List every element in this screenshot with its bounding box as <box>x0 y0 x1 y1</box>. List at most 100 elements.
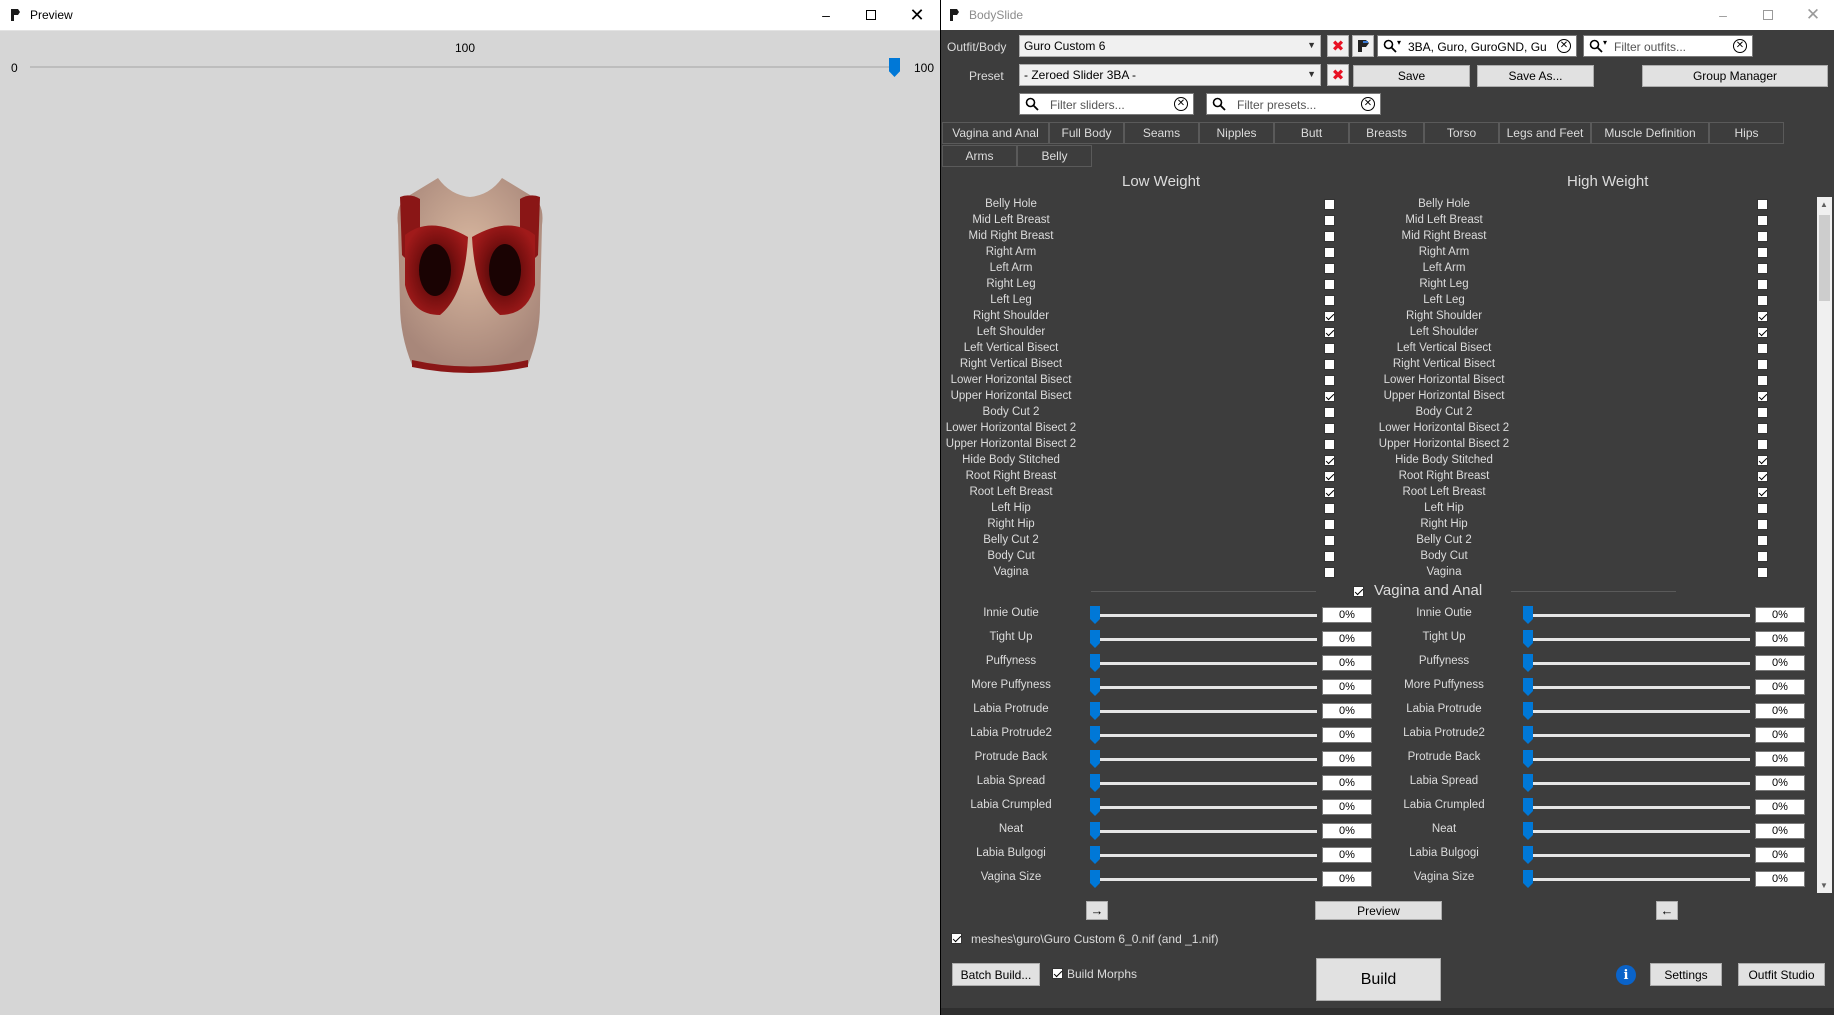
zap-checkbox-low-lower-horizontal-bisect[interactable] <box>1324 375 1335 386</box>
zap-checkbox-low-left-arm[interactable] <box>1324 263 1335 274</box>
outfit-filter-input[interactable]: ▾ Filter outfits... ✕ <box>1583 35 1753 57</box>
slider-track-low-labia-protrude2[interactable] <box>1093 734 1317 737</box>
slider-thumb-high-labia-protrude[interactable] <box>1523 702 1533 720</box>
slider-value-low-more-puffyness[interactable]: 0% <box>1322 679 1372 695</box>
close-button[interactable]: ✕ <box>894 0 940 30</box>
tab-arms[interactable]: Arms <box>942 145 1017 167</box>
tab-nipples[interactable]: Nipples <box>1199 122 1274 144</box>
slider-thumb-high-more-puffyness[interactable] <box>1523 678 1533 696</box>
zap-checkbox-low-right-vertical-bisect[interactable] <box>1324 359 1335 370</box>
zap-checkbox-high-vagina[interactable] <box>1757 567 1768 578</box>
slider-thumb-low-vagina-size[interactable] <box>1090 870 1100 888</box>
slider-track-high-puffyness[interactable] <box>1526 662 1750 665</box>
zap-checkbox-low-lower-horizontal-bisect-2[interactable] <box>1324 423 1335 434</box>
slider-track-low-more-puffyness[interactable] <box>1093 686 1317 689</box>
slider-thumb-high-vagina-size[interactable] <box>1523 870 1533 888</box>
clear-icon[interactable]: ✕ <box>1174 97 1188 111</box>
outfit-studio-shortcut-button[interactable] <box>1352 35 1374 57</box>
slider-track-low-protrude-back[interactable] <box>1093 758 1317 761</box>
build-button[interactable]: Build <box>1316 958 1441 1001</box>
slider-track-low-labia-protrude[interactable] <box>1093 710 1317 713</box>
tab-breasts[interactable]: Breasts <box>1349 122 1424 144</box>
slider-track-low-innie-outie[interactable] <box>1093 614 1317 617</box>
weight-slider-thumb[interactable] <box>889 58 900 77</box>
zap-checkbox-high-belly-hole[interactable] <box>1757 199 1768 210</box>
slider-value-low-puffyness[interactable]: 0% <box>1322 655 1372 671</box>
zap-checkbox-high-left-leg[interactable] <box>1757 295 1768 306</box>
delete-preset-button[interactable]: ✖ <box>1327 64 1349 86</box>
preview-button[interactable]: Preview <box>1315 901 1442 920</box>
slider-value-low-neat[interactable]: 0% <box>1322 823 1372 839</box>
scroll-up-icon[interactable]: ▲ <box>1820 200 1828 209</box>
zap-checkbox-high-left-arm[interactable] <box>1757 263 1768 274</box>
slider-value-high-tight-up[interactable]: 0% <box>1755 631 1805 647</box>
section-toggle-checkbox[interactable] <box>1353 586 1364 597</box>
slider-thumb-low-labia-protrude2[interactable] <box>1090 726 1100 744</box>
zap-checkbox-high-root-right-breast[interactable] <box>1757 471 1768 482</box>
scrollbar-thumb[interactable] <box>1819 215 1830 301</box>
outfit-select[interactable]: Guro Custom 6 ▼ <box>1019 35 1321 57</box>
slider-thumb-low-puffyness[interactable] <box>1090 654 1100 672</box>
slider-value-high-vagina-size[interactable]: 0% <box>1755 871 1805 887</box>
clear-icon[interactable]: ✕ <box>1361 97 1375 111</box>
preset-select[interactable]: - Zeroed Slider 3BA - ▼ <box>1019 64 1321 86</box>
zap-checkbox-high-right-shoulder[interactable] <box>1757 311 1768 322</box>
slider-value-low-labia-crumpled[interactable]: 0% <box>1322 799 1372 815</box>
zap-checkbox-high-right-hip[interactable] <box>1757 519 1768 530</box>
slider-value-low-labia-protrude2[interactable]: 0% <box>1322 727 1372 743</box>
zap-checkbox-high-right-vertical-bisect[interactable] <box>1757 359 1768 370</box>
slider-value-high-labia-bulgogi[interactable]: 0% <box>1755 847 1805 863</box>
zap-checkbox-high-body-cut[interactable] <box>1757 551 1768 562</box>
slider-track-high-labia-spread[interactable] <box>1526 782 1750 785</box>
zap-checkbox-low-right-shoulder[interactable] <box>1324 311 1335 322</box>
slider-thumb-low-protrude-back[interactable] <box>1090 750 1100 768</box>
maximize-button[interactable] <box>848 0 894 30</box>
zap-checkbox-high-body-cut-2[interactable] <box>1757 407 1768 418</box>
slider-thumb-low-more-puffyness[interactable] <box>1090 678 1100 696</box>
slider-value-high-labia-protrude2[interactable]: 0% <box>1755 727 1805 743</box>
clear-icon[interactable]: ✕ <box>1733 39 1747 53</box>
slider-track-high-innie-outie[interactable] <box>1526 614 1750 617</box>
slider-value-low-vagina-size[interactable]: 0% <box>1322 871 1372 887</box>
zap-checkbox-low-upper-horizontal-bisect-2[interactable] <box>1324 439 1335 450</box>
slider-value-high-innie-outie[interactable]: 0% <box>1755 607 1805 623</box>
tab-torso[interactable]: Torso <box>1424 122 1499 144</box>
slider-thumb-low-labia-bulgogi[interactable] <box>1090 846 1100 864</box>
preset-filter-input[interactable]: Filter presets... ✕ <box>1206 93 1381 115</box>
slider-thumb-high-protrude-back[interactable] <box>1523 750 1533 768</box>
zap-checkbox-low-left-leg[interactable] <box>1324 295 1335 306</box>
tab-full-body[interactable]: Full Body <box>1049 122 1124 144</box>
group-manager-button[interactable]: Group Manager <box>1642 65 1828 87</box>
zap-checkbox-high-left-hip[interactable] <box>1757 503 1768 514</box>
slider-list-scrollbar[interactable]: ▲ ▼ <box>1817 197 1832 893</box>
save-button[interactable]: Save <box>1353 65 1470 87</box>
zap-checkbox-low-left-vertical-bisect[interactable] <box>1324 343 1335 354</box>
zap-checkbox-high-mid-right-breast[interactable] <box>1757 231 1768 242</box>
zap-checkbox-low-right-leg[interactable] <box>1324 279 1335 290</box>
info-icon[interactable]: i <box>1616 965 1636 985</box>
tab-belly[interactable]: Belly <box>1017 145 1092 167</box>
slider-track-low-neat[interactable] <box>1093 830 1317 833</box>
slider-thumb-high-labia-protrude2[interactable] <box>1523 726 1533 744</box>
zap-checkbox-high-upper-horizontal-bisect[interactable] <box>1757 391 1768 402</box>
weight-slider-track[interactable] <box>30 66 896 68</box>
zap-checkbox-low-body-cut-2[interactable] <box>1324 407 1335 418</box>
body-preview-model[interactable] <box>390 175 550 375</box>
zap-checkbox-low-belly-hole[interactable] <box>1324 199 1335 210</box>
slider-thumb-high-neat[interactable] <box>1523 822 1533 840</box>
zap-checkbox-low-vagina[interactable] <box>1324 567 1335 578</box>
tab-butt[interactable]: Butt <box>1274 122 1349 144</box>
slider-thumb-low-labia-crumpled[interactable] <box>1090 798 1100 816</box>
slider-track-low-tight-up[interactable] <box>1093 638 1317 641</box>
slider-value-high-labia-crumpled[interactable]: 0% <box>1755 799 1805 815</box>
zap-checkbox-low-body-cut[interactable] <box>1324 551 1335 562</box>
zap-checkbox-low-left-hip[interactable] <box>1324 503 1335 514</box>
slider-track-low-puffyness[interactable] <box>1093 662 1317 665</box>
slider-value-high-more-puffyness[interactable]: 0% <box>1755 679 1805 695</box>
zap-checkbox-high-left-shoulder[interactable] <box>1757 327 1768 338</box>
clear-icon[interactable]: ✕ <box>1557 39 1571 53</box>
build-morphs-checkbox[interactable] <box>1052 968 1063 979</box>
tab-seams[interactable]: Seams <box>1124 122 1199 144</box>
slider-value-low-protrude-back[interactable]: 0% <box>1322 751 1372 767</box>
slider-track-low-labia-crumpled[interactable] <box>1093 806 1317 809</box>
